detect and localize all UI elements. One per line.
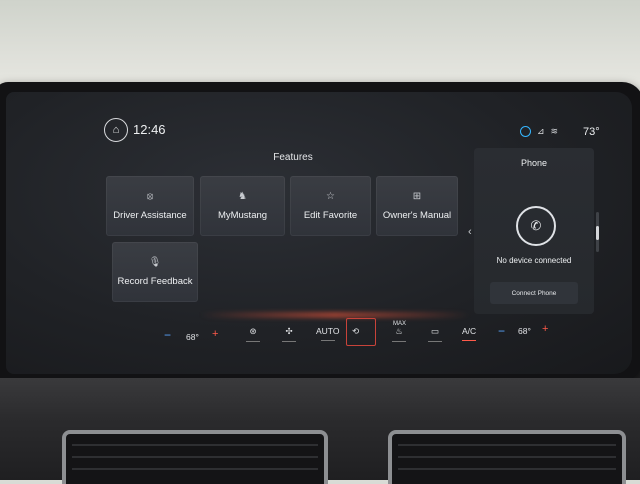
fan-icon: ✣ bbox=[285, 326, 293, 336]
wifi-icon: ≋ bbox=[550, 126, 559, 136]
climate-bar: − 68° + ⊛ ✣ AUTO ⟲ MAX ♨ ▭ A/C − 68° + bbox=[160, 316, 560, 350]
tile-label: Driver Assistance bbox=[113, 210, 187, 221]
tile-label: Record Feedback bbox=[117, 276, 193, 287]
right-temp-up-button[interactable]: + bbox=[542, 323, 548, 335]
steering-wheel-icon: ⊛ bbox=[249, 326, 257, 336]
left-temp-down-button[interactable]: − bbox=[164, 328, 171, 342]
phone-title: Phone bbox=[520, 158, 548, 168]
scrollbar-thumb[interactable] bbox=[596, 226, 599, 240]
right-temp-down-button[interactable]: − bbox=[498, 324, 505, 338]
features-title: Features bbox=[273, 152, 313, 163]
clock: 12:46 bbox=[133, 122, 166, 137]
connect-phone-button[interactable]: Connect Phone bbox=[490, 282, 578, 304]
recirculation-button[interactable] bbox=[346, 318, 376, 346]
star-icon: ☆ bbox=[326, 191, 335, 202]
heated-steering-button[interactable]: ⊛ bbox=[246, 326, 260, 342]
tile-label: Edit Favorite bbox=[303, 210, 358, 221]
home-button[interactable]: ⌂ bbox=[104, 118, 128, 142]
fan-button[interactable]: ✣ bbox=[282, 326, 296, 342]
tile-label: Owner's Manual bbox=[382, 210, 452, 221]
recirculation-icon: ⟲ bbox=[352, 326, 360, 336]
mustang-pony-icon: ♞ bbox=[238, 191, 247, 202]
microphone-icon: 🎙︎ bbox=[148, 257, 162, 268]
phone-panel: Phone ✆ No device connected Connect Phon… bbox=[474, 148, 594, 314]
auto-climate-button[interactable]: AUTO bbox=[316, 326, 339, 341]
tile-driver-assistance[interactable]: ⦻ Driver Assistance bbox=[106, 176, 194, 236]
left-air-vent bbox=[62, 430, 328, 484]
book-icon: ⊞ bbox=[412, 191, 422, 202]
right-temp-display: 68° bbox=[518, 326, 531, 336]
defrost-icon: ♨ bbox=[395, 326, 403, 336]
ac-button[interactable]: A/C bbox=[462, 326, 476, 341]
tile-edit-favorite[interactable]: ☆ Edit Favorite bbox=[290, 176, 371, 236]
driver-assist-icon: ⦻ bbox=[146, 191, 154, 202]
signal-icon: ⊿ bbox=[537, 126, 545, 136]
right-air-vent bbox=[388, 430, 626, 484]
chevron-left-icon[interactable]: ‹ bbox=[468, 226, 472, 238]
alexa-icon[interactable] bbox=[520, 126, 531, 137]
tile-record-feedback[interactable]: 🎙︎ Record Feedback bbox=[112, 242, 198, 302]
left-temp-up-button[interactable]: + bbox=[212, 328, 218, 340]
max-defrost-button[interactable]: ♨ bbox=[392, 326, 406, 342]
rear-defrost-button[interactable]: ▭ bbox=[428, 326, 442, 342]
home-icon: ⌂ bbox=[112, 124, 120, 136]
tile-label: MyMustang bbox=[217, 210, 268, 221]
outside-temperature: 73° bbox=[583, 126, 600, 138]
phone-status: No device connected bbox=[496, 256, 572, 265]
rear-defrost-icon: ▭ bbox=[430, 326, 440, 336]
phone-icon[interactable]: ✆ bbox=[516, 206, 556, 246]
status-icons: ⊿ ≋ bbox=[520, 126, 558, 137]
tile-owners-manual[interactable]: ⊞ Owner's Manual bbox=[376, 176, 458, 236]
tile-mymustang[interactable]: ♞ MyMustang bbox=[200, 176, 285, 236]
left-temp-display: 68° bbox=[186, 332, 199, 342]
windshield-background bbox=[0, 0, 640, 95]
